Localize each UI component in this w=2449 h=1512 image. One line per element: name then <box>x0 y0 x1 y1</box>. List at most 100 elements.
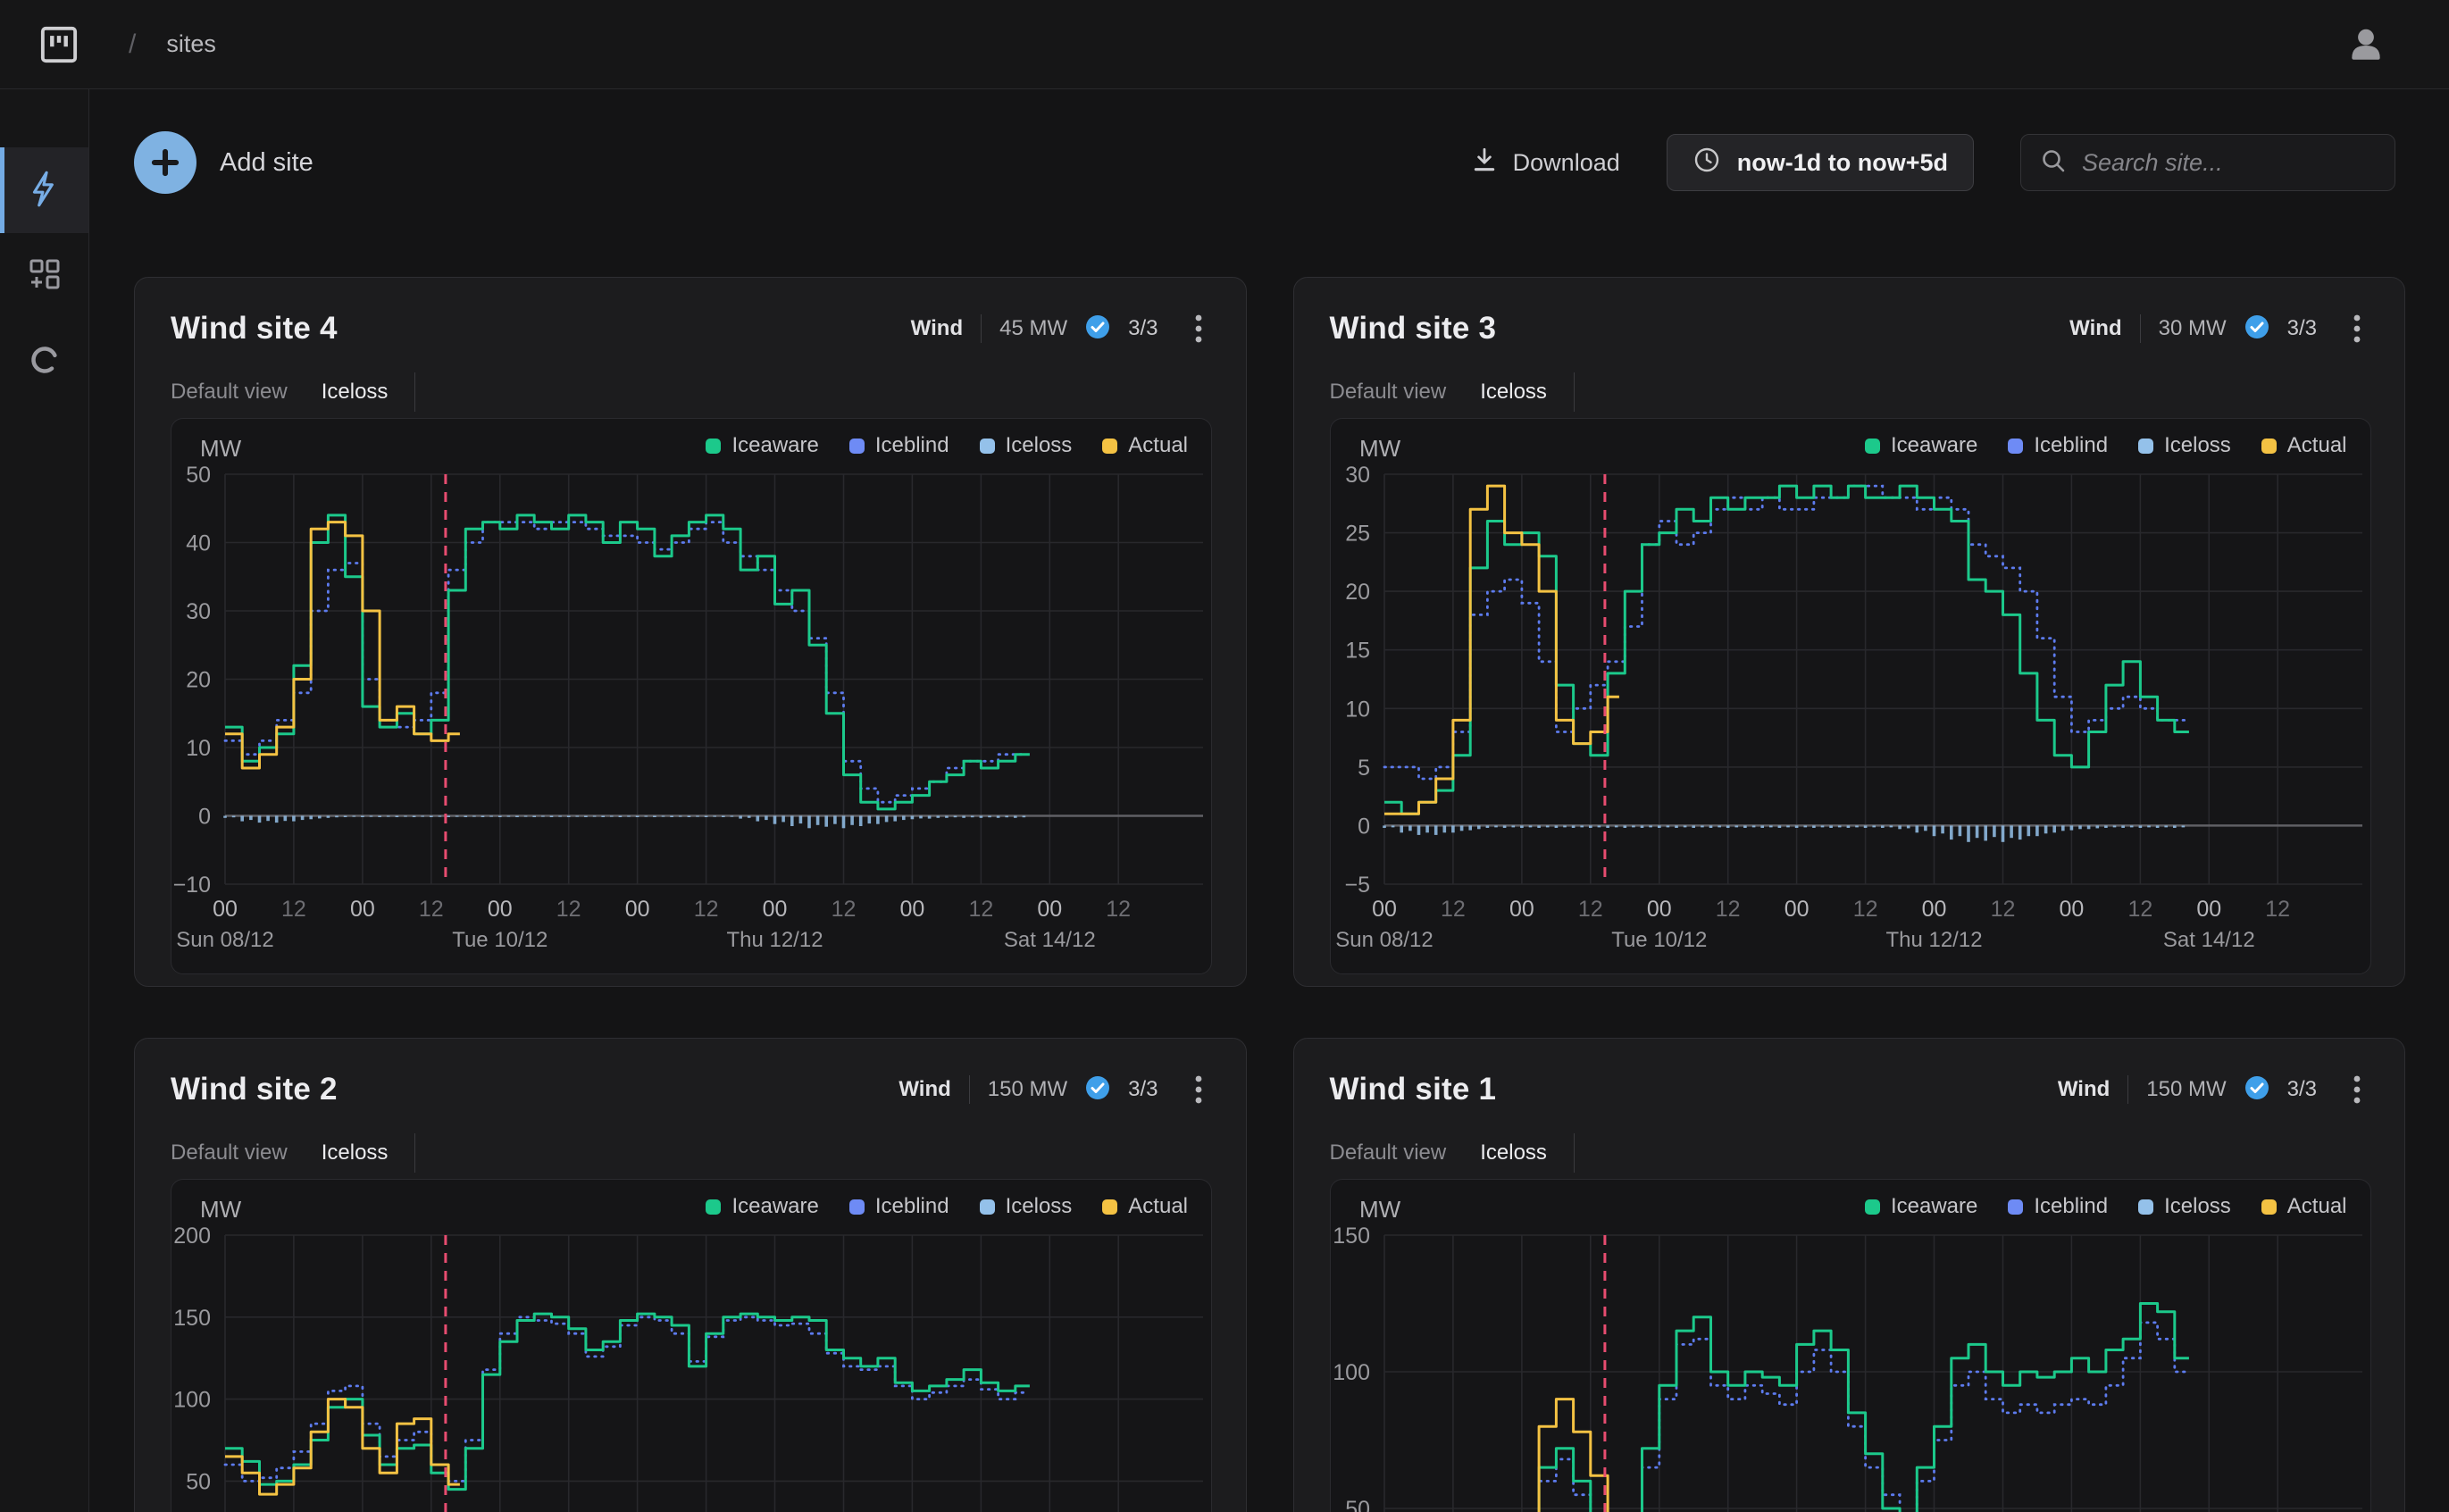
legend-label: Iceaware <box>1891 1194 1977 1219</box>
legend-item-iceaware[interactable]: Iceaware <box>1865 433 1977 458</box>
site-title: Wind site 3 <box>1330 311 1497 347</box>
legend-item-iceloss[interactable]: Iceloss <box>2138 1194 2231 1219</box>
legend-item-iceblind[interactable]: Iceblind <box>2008 1194 2108 1219</box>
search-input[interactable] <box>2080 148 2377 178</box>
sidebar-item-sites[interactable] <box>0 147 88 233</box>
site-type-label: Wind <box>2069 316 2121 341</box>
legend-label: Iceblind <box>875 1194 949 1219</box>
legend-item-iceloss[interactable]: Iceloss <box>980 1194 1073 1219</box>
series-iceblind <box>1384 1323 2186 1512</box>
x-tick-label: 00 <box>899 897 924 922</box>
legend-swatch <box>1102 1199 1117 1215</box>
kebab-menu-button[interactable] <box>2345 310 2369 347</box>
legend-swatch <box>706 1199 721 1215</box>
x-tick-label: 00 <box>1646 897 1671 922</box>
legend-item-iceloss[interactable]: Iceloss <box>2138 433 2231 458</box>
meta-divider <box>2140 314 2141 343</box>
y-tick-label: 200 <box>173 1224 211 1249</box>
time-range-label: now-1d to now+5d <box>1737 149 1948 177</box>
series-actual <box>225 1399 460 1495</box>
site-card-wind-site-3: Wind site 3 Wind 30 MW 3/3 Default view … <box>1293 277 2406 987</box>
legend-swatch <box>1102 439 1117 454</box>
legend-label: Actual <box>1128 433 1188 458</box>
tab-iceloss[interactable]: Iceloss <box>322 380 389 405</box>
chart-legend: Iceaware Iceblind Iceloss Actual <box>706 1194 1188 1219</box>
brand-logo-icon[interactable] <box>39 25 79 64</box>
legend-item-iceblind[interactable]: Iceblind <box>2008 433 2108 458</box>
site-capacity: 150 MW <box>2146 1077 2226 1102</box>
series-iceaware <box>225 515 1030 809</box>
sidebar <box>0 89 89 1512</box>
time-range-button[interactable]: now-1d to now+5d <box>1667 134 1974 191</box>
series-iceloss <box>1383 825 2185 841</box>
chart[interactable]: MW50403020100−10001200120012001200120012… <box>171 419 1211 973</box>
y-tick-label: 50 <box>186 463 211 488</box>
chart[interactable]: MW1501005000012001200120012001200120012S… <box>1331 1180 2370 1512</box>
site-title: Wind site 2 <box>171 1072 338 1107</box>
sidebar-item-status[interactable] <box>0 319 88 405</box>
kebab-menu-button[interactable] <box>1187 310 1210 347</box>
legend-label: Iceloss <box>2164 433 2231 458</box>
y-tick-label: 10 <box>186 736 211 761</box>
chart-panel: IceawareIceblindIcelossActual MW50403020… <box>171 418 1212 974</box>
ring-icon <box>25 340 64 384</box>
chart-legend: Iceaware Iceblind Iceloss Actual <box>1865 1194 2347 1219</box>
add-site-button[interactable]: Add site <box>134 131 313 194</box>
chart-panel: IceawareIceblindIcelossActual MW30252015… <box>1330 418 2371 974</box>
kebab-menu-button[interactable] <box>2345 1071 2369 1108</box>
legend-item-iceblind[interactable]: Iceblind <box>849 433 949 458</box>
x-tick-label: 12 <box>1440 897 1465 922</box>
search-icon <box>2039 146 2068 180</box>
x-day-label: Sun 08/12 <box>1335 928 1433 952</box>
sidebar-item-dashboards[interactable] <box>0 233 88 319</box>
site-type-label: Wind <box>2058 1077 2110 1102</box>
search-box <box>2020 134 2395 191</box>
legend-item-iceaware[interactable]: Iceaware <box>1865 1194 1977 1219</box>
chart-svg: MW50403020100−10001200120012001200120012… <box>171 419 1211 973</box>
check-badge-icon <box>2244 314 2269 344</box>
legend-item-actual[interactable]: Actual <box>1102 1194 1188 1219</box>
legend-item-iceloss[interactable]: Iceloss <box>980 433 1073 458</box>
tab-default-view[interactable]: Default view <box>171 1140 288 1165</box>
tab-default-view[interactable]: Default view <box>1330 380 1447 405</box>
chart-panel: Iceaware Iceblind Iceloss Actual MW20015010… <box>171 1179 1212 1512</box>
x-tick-label: 12 <box>556 897 581 922</box>
y-tick-label: 30 <box>186 599 211 624</box>
x-day-label: Thu 12/12 <box>1885 928 1982 952</box>
legend-label: Iceblind <box>2034 1194 2108 1219</box>
tab-default-view[interactable]: Default view <box>171 380 288 405</box>
y-tick-label: 30 <box>1345 463 1370 488</box>
tab-iceloss[interactable]: Iceloss <box>322 1140 389 1165</box>
chart[interactable]: MW302520151050−5001200120012001200120012… <box>1331 419 2370 973</box>
y-tick-label: 20 <box>186 668 211 693</box>
x-tick-label: 00 <box>625 897 650 922</box>
x-day-label: Thu 12/12 <box>726 928 823 952</box>
legend-label: Actual <box>2287 433 2347 458</box>
legend-item-actual[interactable]: Actual <box>1102 433 1188 458</box>
legend-item-actual[interactable]: Actual <box>2261 433 2347 458</box>
x-tick-label: 12 <box>1106 897 1131 922</box>
legend-item-iceaware[interactable]: Iceaware <box>706 1194 818 1219</box>
breadcrumb[interactable]: sites <box>166 30 216 58</box>
check-badge-icon <box>2244 1075 2269 1105</box>
legend-item-actual[interactable]: Actual <box>2261 1194 2347 1219</box>
tab-iceloss[interactable]: Iceloss <box>1480 1140 1547 1165</box>
x-tick-label: 00 <box>1372 897 1397 922</box>
site-title: Wind site 4 <box>171 311 338 347</box>
kebab-menu-button[interactable] <box>1187 1071 1210 1108</box>
site-cards-grid: Wind site 4 Wind 45 MW 3/3 Default view … <box>134 277 2405 1512</box>
legend-label: Iceblind <box>875 433 949 458</box>
chart[interactable]: MW200150100500−5000120012001200120012001… <box>171 1180 1211 1512</box>
site-type-label: Wind <box>911 316 963 341</box>
clock-icon <box>1693 146 1721 180</box>
tab-default-view[interactable]: Default view <box>1330 1140 1447 1165</box>
site-card-wind-site-1: Wind site 1 Wind 150 MW 3/3 Default view… <box>1293 1038 2406 1512</box>
download-button[interactable]: Download <box>1470 146 1620 180</box>
legend-item-iceblind[interactable]: Iceblind <box>849 1194 949 1219</box>
site-type-label: Wind <box>899 1077 950 1102</box>
tab-iceloss[interactable]: Iceloss <box>1480 380 1547 405</box>
legend-item-iceaware[interactable]: Iceaware <box>706 433 818 458</box>
person-icon[interactable] <box>2345 24 2386 65</box>
x-tick-label: 00 <box>1784 897 1809 922</box>
x-tick-label: 12 <box>1990 897 2015 922</box>
